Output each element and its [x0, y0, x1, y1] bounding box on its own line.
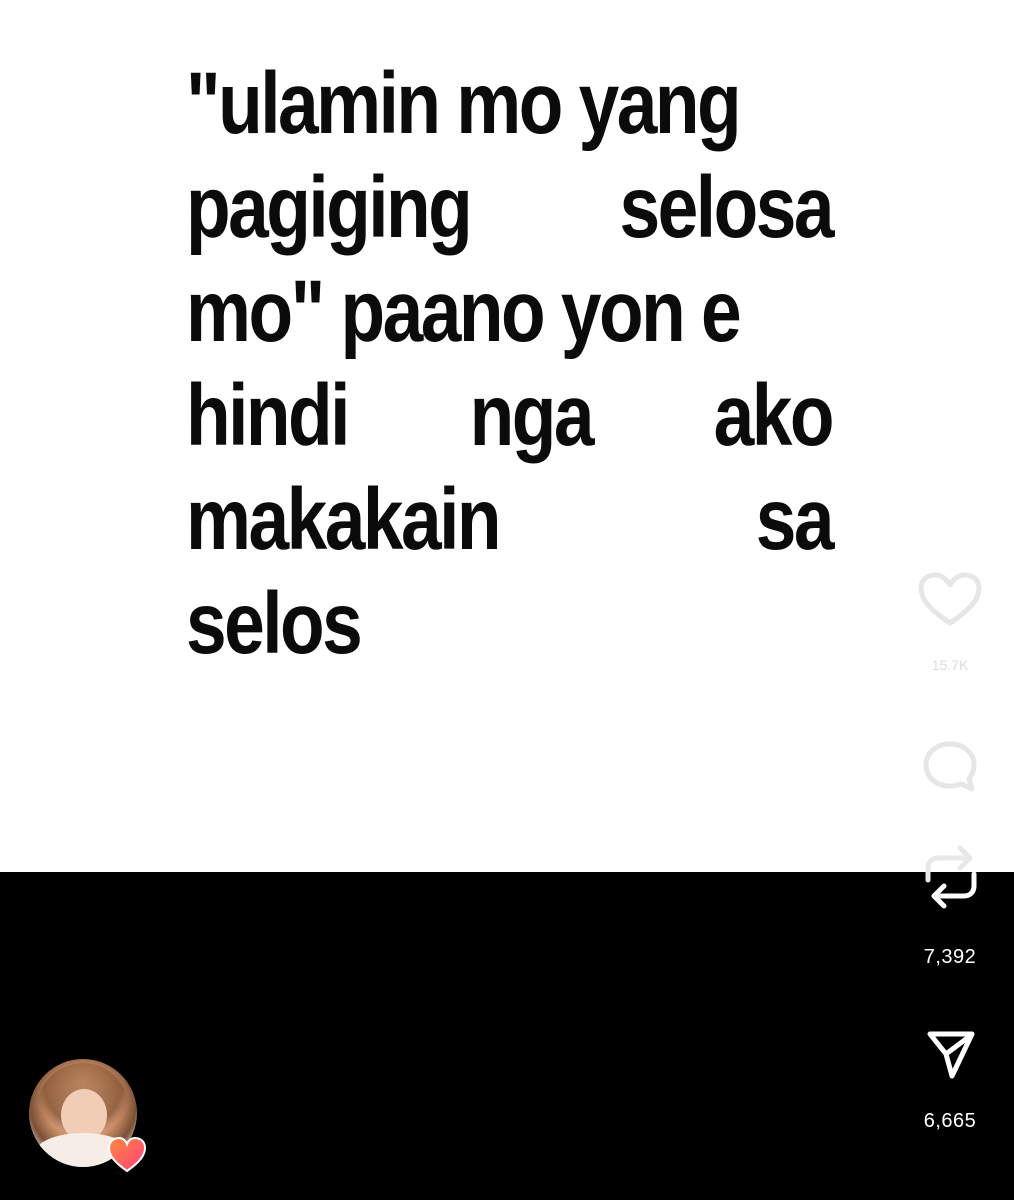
caption-word: hindi [186, 367, 350, 464]
comment-bubble-icon[interactable] [920, 738, 980, 796]
caption-word: makakain [186, 471, 502, 568]
heart-icon[interactable] [917, 571, 983, 629]
action-rail: 15.7K 7,392 6,665 [814, 0, 1014, 1200]
paper-plane-icon[interactable] [924, 1028, 978, 1082]
caption-word: selosa [619, 159, 835, 256]
repost-icon[interactable] [920, 840, 982, 914]
caption-word: selos [186, 575, 363, 672]
caption-line: "ulamin mo yang [186, 52, 832, 156]
post-screen: "ulamin mo yang pagiging selosa mo" paan… [0, 0, 1014, 1200]
caption-word: mo" paano yon e [186, 263, 742, 360]
caption-line: pagiging selosa [186, 156, 835, 260]
caption-word: "ulamin mo yang [186, 55, 742, 152]
caption-word: pagiging [186, 159, 473, 256]
caption-word: nga [469, 367, 595, 464]
caption-line: makakain sa [186, 468, 834, 572]
caption-line: mo" paano yon e [186, 260, 832, 364]
like-count: 15.7K [931, 657, 969, 673]
caption-line: selos [186, 572, 832, 676]
repost-count: 7,392 [923, 946, 977, 968]
heart-badge-icon[interactable] [106, 1135, 148, 1175]
caption-line: hindi nga ako [186, 364, 834, 468]
post-caption: "ulamin mo yang pagiging selosa mo" paan… [186, 52, 835, 676]
share-count: 6,665 [923, 1110, 977, 1132]
